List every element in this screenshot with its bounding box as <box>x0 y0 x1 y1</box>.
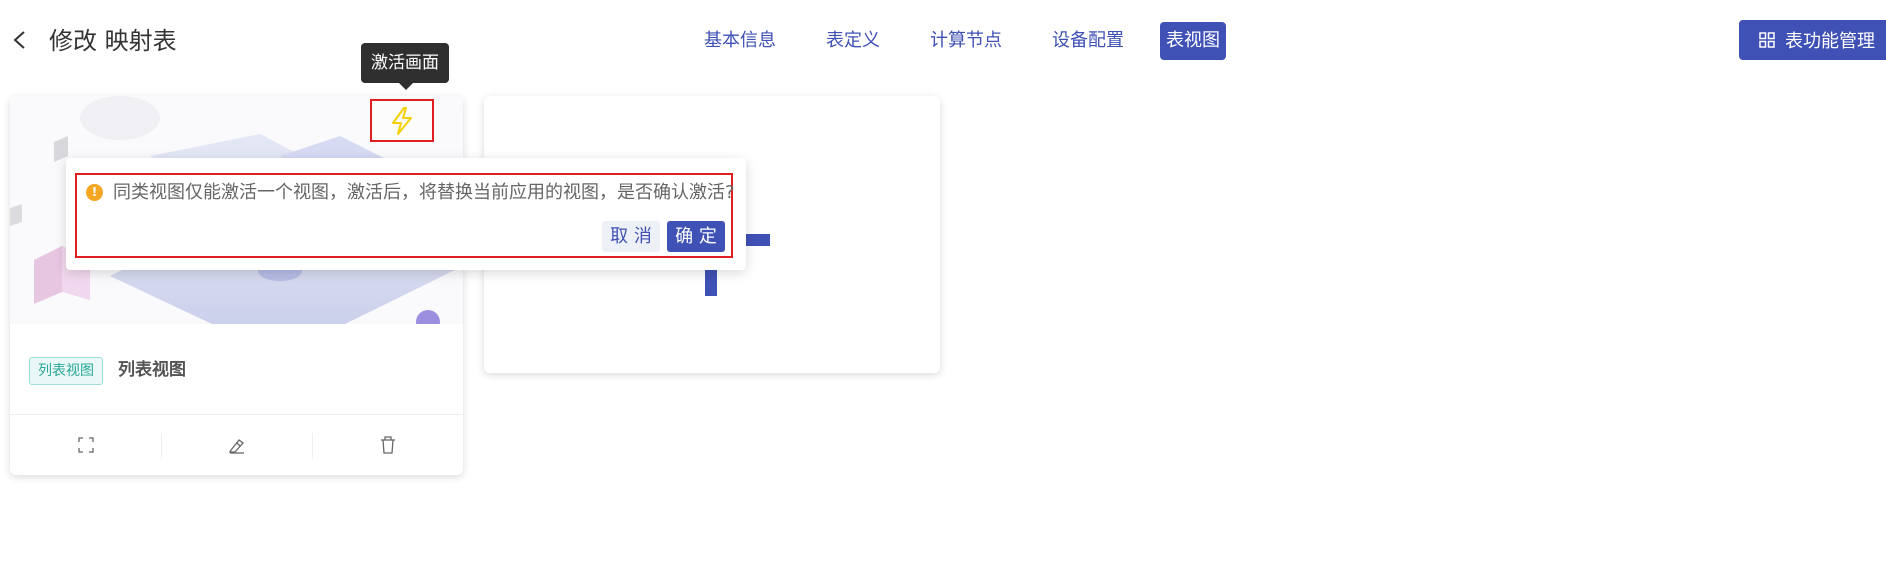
tab-table-definition[interactable]: 表定义 <box>812 22 894 60</box>
expand-icon <box>77 437 94 453</box>
tooltip-arrow <box>398 82 414 90</box>
table-function-management-button[interactable]: 表功能管理 <box>1739 20 1886 60</box>
edit-icon <box>228 439 244 454</box>
card-actions <box>10 415 463 475</box>
tab-device-config[interactable]: 设备配置 <box>1038 22 1138 60</box>
grid-icon <box>1759 32 1775 48</box>
expand-button[interactable] <box>10 415 161 475</box>
trash-icon <box>380 436 395 454</box>
confirm-message: 同类视图仅能激活一个视图，激活后，将替换当前应用的视图，是否确认激活? <box>113 182 735 203</box>
tab-compute-nodes[interactable]: 计算节点 <box>916 22 1016 60</box>
function-button-label: 表功能管理 <box>1785 31 1875 52</box>
lightning-icon <box>392 106 412 135</box>
cancel-button[interactable]: 取 消 <box>602 221 660 252</box>
back-button[interactable] <box>8 24 32 56</box>
activate-view-button[interactable] <box>370 99 434 142</box>
edit-button[interactable] <box>161 415 312 475</box>
view-card: 列表视图 列表视图 <box>10 96 463 475</box>
view-type-tag: 列表视图 <box>29 357 103 385</box>
view-name: 列表视图 <box>118 360 186 380</box>
activate-confirm-popover: ! 同类视图仅能激活一个视图，激活后，将替换当前应用的视图，是否确认激活? 取 … <box>66 158 746 270</box>
tab-basic-info[interactable]: 基本信息 <box>690 22 790 60</box>
tab-table-view[interactable]: 表视图 <box>1160 22 1226 60</box>
chevron-left-icon <box>13 31 25 49</box>
tab-bar: 基本信息 表定义 计算节点 设备配置 表视图 <box>690 22 1248 60</box>
warning-icon: ! <box>86 184 103 201</box>
page-title: 修改 映射表 <box>49 27 177 55</box>
activate-tooltip: 激活画面 <box>361 43 449 83</box>
delete-button[interactable] <box>312 415 463 475</box>
confirm-button[interactable]: 确 定 <box>667 221 725 252</box>
